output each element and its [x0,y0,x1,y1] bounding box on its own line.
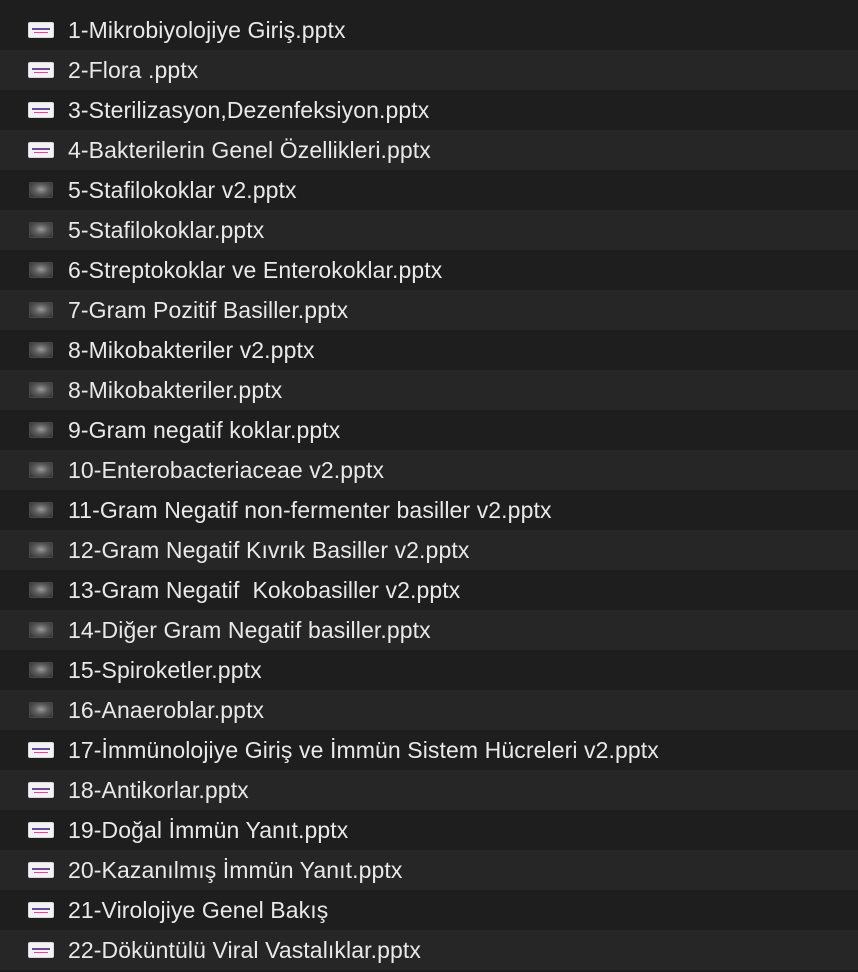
file-name: 20-Kazanılmış İmmün Yanıt.pptx [68,856,403,883]
pptx-thumbnail-icon [29,182,53,198]
file-row[interactable]: 16-Anaeroblar.pptx [0,690,858,730]
file-row[interactable]: 7-Gram Pozitif Basiller.pptx [0,290,858,330]
pptx-thumbnail-icon [29,422,53,438]
file-row[interactable]: 3-Sterilizasyon,Dezenfeksiyon.pptx [0,90,858,130]
file-name: 18-Antikorlar.pptx [68,776,249,803]
file-row[interactable]: 1-Mikrobiyolojiye Giriş.pptx [0,10,858,50]
file-row[interactable]: 22-Döküntülü Viral Vastalıklar.pptx [0,930,858,970]
pptx-thumbnail-icon [28,822,54,838]
file-row[interactable]: 4-Bakterilerin Genel Özellikleri.pptx [0,130,858,170]
pptx-thumbnail-icon [29,702,53,718]
pptx-thumbnail-icon [28,742,54,758]
file-name: 11-Gram Negatif non-fermenter basiller v… [68,496,552,523]
file-name: 19-Doğal İmmün Yanıt.pptx [68,816,349,843]
file-row[interactable]: 9-Gram negatif koklar.pptx [0,410,858,450]
file-row[interactable]: 5-Stafilokoklar v2.pptx [0,170,858,210]
file-row[interactable]: 12-Gram Negatif Kıvrık Basiller v2.pptx [0,530,858,570]
file-row[interactable]: 5-Stafilokoklar.pptx [0,210,858,250]
pptx-thumbnail-icon [29,502,53,518]
file-name: 5-Stafilokoklar v2.pptx [68,176,297,203]
pptx-thumbnail-icon [28,102,54,118]
file-row[interactable]: 19-Doğal İmmün Yanıt.pptx [0,810,858,850]
pptx-thumbnail-icon [29,382,53,398]
file-name: 7-Gram Pozitif Basiller.pptx [68,296,349,323]
pptx-thumbnail-icon [29,582,53,598]
file-name: 9-Gram negatif koklar.pptx [68,416,341,443]
file-row[interactable]: 8-Mikobakteriler v2.pptx [0,330,858,370]
file-row[interactable]: 14-Diğer Gram Negatif basiller.pptx [0,610,858,650]
file-row[interactable]: 2-Flora .pptx [0,50,858,90]
file-name: 10-Enterobacteriaceae v2.pptx [68,456,385,483]
file-row[interactable]: 21-Virolojiye Genel Bakış [0,890,858,930]
file-name: 12-Gram Negatif Kıvrık Basiller v2.pptx [68,536,470,563]
pptx-thumbnail-icon [29,222,53,238]
file-row[interactable]: 15-Spiroketler.pptx [0,650,858,690]
pptx-thumbnail-icon [29,542,53,558]
file-row[interactable]: 6-Streptokoklar ve Enterokoklar.pptx [0,250,858,290]
file-name: 13-Gram Negatif Kokobasiller v2.pptx [68,576,461,603]
pptx-thumbnail-icon [29,262,53,278]
pptx-thumbnail-icon [29,342,53,358]
pptx-thumbnail-icon [29,662,53,678]
file-name: 5-Stafilokoklar.pptx [68,216,265,243]
file-list: 1-Mikrobiyolojiye Giriş.pptx 2-Flora .pp… [0,0,858,972]
file-name: 16-Anaeroblar.pptx [68,696,265,723]
file-name: 1-Mikrobiyolojiye Giriş.pptx [68,16,346,43]
file-row[interactable]: 8-Mikobakteriler.pptx [0,370,858,410]
pptx-thumbnail-icon [28,22,54,38]
file-name: 15-Spiroketler.pptx [68,656,262,683]
file-name: 8-Mikobakteriler v2.pptx [68,336,315,363]
file-name: 3-Sterilizasyon,Dezenfeksiyon.pptx [68,96,430,123]
file-row[interactable]: 20-Kazanılmış İmmün Yanıt.pptx [0,850,858,890]
pptx-thumbnail-icon [28,782,54,798]
file-row[interactable]: 17-İmmünolojiye Giriş ve İmmün Sistem Hü… [0,730,858,770]
file-row[interactable]: 11-Gram Negatif non-fermenter basiller v… [0,490,858,530]
file-row[interactable]: 10-Enterobacteriaceae v2.pptx [0,450,858,490]
file-row[interactable]: 18-Antikorlar.pptx [0,770,858,810]
file-row[interactable]: 13-Gram Negatif Kokobasiller v2.pptx [0,570,858,610]
pptx-thumbnail-icon [29,302,53,318]
file-name: 14-Diğer Gram Negatif basiller.pptx [68,616,431,643]
file-name: 4-Bakterilerin Genel Özellikleri.pptx [68,136,431,163]
pptx-thumbnail-icon [29,622,53,638]
pptx-thumbnail-icon [28,942,54,958]
file-name: 2-Flora .pptx [68,56,199,83]
pptx-thumbnail-icon [28,62,54,78]
pptx-thumbnail-icon [28,862,54,878]
pptx-thumbnail-icon [29,462,53,478]
file-name: 8-Mikobakteriler.pptx [68,376,283,403]
file-name: 17-İmmünolojiye Giriş ve İmmün Sistem Hü… [68,736,659,763]
pptx-thumbnail-icon [28,902,54,918]
file-name: 6-Streptokoklar ve Enterokoklar.pptx [68,256,443,283]
file-name: 21-Virolojiye Genel Bakış [68,896,329,923]
pptx-thumbnail-icon [28,142,54,158]
file-name: 22-Döküntülü Viral Vastalıklar.pptx [68,936,421,963]
